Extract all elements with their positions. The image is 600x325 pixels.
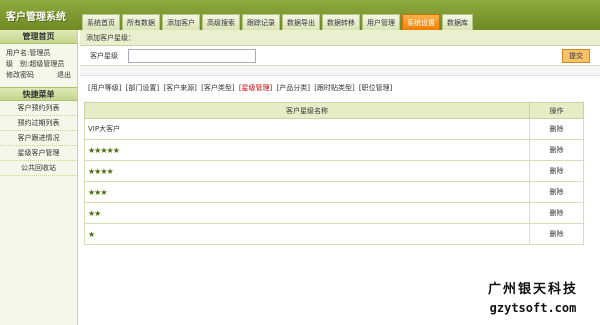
sidebar: 管理首页 用户名:管理员 级 别:超级管理员 修改密码 退出 快捷菜单 客户预约…	[0, 30, 78, 325]
watermark-company: 广州银天科技	[487, 282, 578, 297]
top-header: 客户管理系统 系统首页 所有数据 添加客户 高级搜索 跟踪记录 数据导出 数据转…	[0, 0, 600, 30]
quick-menu-header: 快捷菜单	[0, 87, 77, 101]
delete-link[interactable]: 删除	[550, 146, 564, 154]
settings-sublinks: [用户等级] [部门设置] [客户来源] [客户类型] [星级管理] [产品分类…	[88, 83, 394, 93]
watermark: 广州银天科技 gzytsoft.com	[470, 278, 596, 315]
sublink-departments[interactable]: [部门设置]	[126, 84, 159, 92]
logout-link[interactable]: 退出	[57, 70, 71, 81]
star-icons: ★★	[88, 208, 101, 218]
divider-band	[80, 66, 600, 76]
watermark-domain: gzytsoft.com	[489, 301, 577, 315]
username-line: 用户名:管理员	[6, 49, 51, 57]
star-level-name-cell: ★★	[84, 202, 530, 224]
sublink-customer-sources[interactable]: [客户来源]	[163, 84, 196, 92]
sidebar-item-appointments[interactable]: 客户预约列表	[0, 101, 77, 116]
star-icons: ★★★	[88, 187, 107, 197]
action-cell: 删除	[529, 160, 584, 182]
sidebar-item-recycle-bin[interactable]: 公共回收站	[0, 161, 77, 176]
submit-button[interactable]: 提交	[562, 48, 590, 63]
section-title: 添加客户星级：	[80, 30, 600, 46]
sidebar-header: 管理首页	[0, 30, 77, 44]
tab-advanced-search[interactable]: 高级搜索	[202, 14, 240, 30]
delete-link[interactable]: 删除	[550, 230, 564, 238]
delete-link[interactable]: 删除	[550, 125, 564, 133]
tab-data-export[interactable]: 数据导出	[282, 14, 320, 30]
user-info: 用户名:管理员 级 别:超级管理员 修改密码 退出	[0, 44, 77, 85]
table-row: ★★★★ 删除	[84, 160, 584, 182]
star-icons: ★	[88, 229, 95, 239]
star-level-name-cell: ★★★★	[84, 160, 530, 182]
tab-home[interactable]: 系统首页	[82, 14, 120, 30]
star-icons: ★★★★	[88, 166, 114, 176]
sublink-product-categories[interactable]: [产品分类]	[277, 84, 310, 92]
table-header-row: 客户星级名称 操作	[84, 102, 584, 119]
main-nav: 系统首页 所有数据 添加客户 高级搜索 跟踪记录 数据导出 数据转移 用户管理 …	[82, 14, 475, 30]
action-cell: 删除	[529, 223, 584, 245]
tab-data-transfer[interactable]: 数据转移	[322, 14, 360, 30]
sidebar-item-followup-status[interactable]: 客户跟进情况	[0, 131, 77, 146]
sublink-star-management[interactable]: [星级管理]	[239, 84, 272, 92]
sublink-positions[interactable]: [职位管理]	[359, 84, 392, 92]
star-level-name-cell: VIP大客户	[84, 118, 530, 140]
column-header-action: 操作	[529, 102, 584, 119]
tab-user-management[interactable]: 用户管理	[362, 14, 400, 30]
tab-database[interactable]: 数据库	[442, 14, 473, 30]
sidebar-item-expired-appointments[interactable]: 预约过期列表	[0, 116, 77, 131]
star-level-name-cell: ★★★★★	[84, 139, 530, 161]
table-row: VIP大客户 删除	[84, 118, 584, 140]
table-row: ★★ 删除	[84, 202, 584, 224]
user-level-line: 级 别:超级管理员	[6, 60, 65, 68]
star-level-label: 客户星级	[90, 51, 118, 60]
tab-all-data[interactable]: 所有数据	[122, 14, 160, 30]
star-level-name: VIP大客户	[88, 125, 121, 133]
action-cell: 删除	[529, 139, 584, 161]
delete-link[interactable]: 删除	[550, 209, 564, 217]
tab-add-customer[interactable]: 添加客户	[162, 14, 200, 30]
star-level-input[interactable]	[128, 48, 256, 63]
star-level-name-cell: ★★★	[84, 181, 530, 203]
star-level-table: 客户星级名称 操作 VIP大客户 删除 ★★★★★ 删除 ★★★★ 删除 ★★★ 删除 ★★ 删除…	[84, 102, 584, 245]
sidebar-item-star-customers[interactable]: 星级客户管理	[0, 146, 77, 161]
tab-followup-records[interactable]: 跟踪记录	[242, 14, 280, 30]
table-row: ★★★★★ 删除	[84, 139, 584, 161]
sublink-user-levels[interactable]: [用户等级]	[88, 84, 121, 92]
change-password-link[interactable]: 修改密码	[6, 70, 34, 81]
tab-system-settings[interactable]: 系统设置	[402, 14, 440, 30]
delete-link[interactable]: 删除	[550, 188, 564, 196]
column-header-name: 客户星级名称	[84, 102, 530, 119]
app-title: 客户管理系统	[6, 12, 66, 23]
action-cell: 删除	[529, 118, 584, 140]
sublink-customer-types[interactable]: [客户类型]	[201, 84, 234, 92]
action-cell: 删除	[529, 181, 584, 203]
sublink-tag-types[interactable]: [跟时贴类型]	[314, 84, 354, 92]
delete-link[interactable]: 删除	[550, 167, 564, 175]
user-links: 修改密码 退出	[6, 70, 71, 81]
table-row: ★ 删除	[84, 223, 584, 245]
add-star-form: 客户星级 提交	[80, 46, 600, 66]
star-level-name-cell: ★	[84, 223, 530, 245]
star-icons: ★★★★★	[88, 145, 120, 155]
table-row: ★★★ 删除	[84, 181, 584, 203]
action-cell: 删除	[529, 202, 584, 224]
